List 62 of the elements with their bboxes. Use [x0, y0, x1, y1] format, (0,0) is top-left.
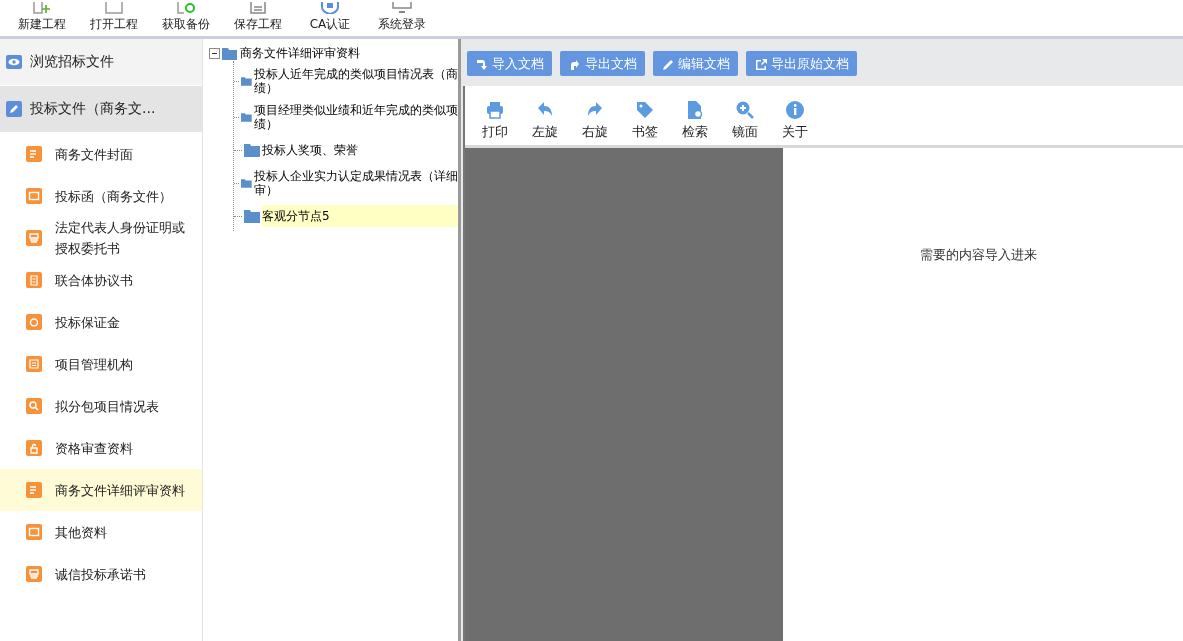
search-icon	[26, 398, 42, 414]
collapse-toggle-icon[interactable]	[209, 47, 220, 59]
sidebar-section[interactable]: 投标文件（商务文...	[0, 86, 202, 133]
viewer-tool[interactable]: 镜面	[727, 100, 763, 145]
item-label: 拟分包项目情况表	[55, 397, 159, 416]
eye-icon	[6, 55, 22, 69]
viewer-tool[interactable]: 右旋	[577, 100, 613, 145]
toolbar-button[interactable]: 保存工程	[222, 0, 294, 36]
viewer-tool[interactable]: 检索	[677, 100, 713, 145]
folder-icon	[244, 208, 260, 224]
printer-icon	[26, 566, 42, 582]
viewer-tool[interactable]: 打印	[477, 100, 513, 145]
zoom-in-icon	[735, 100, 755, 120]
lock-icon	[26, 440, 42, 456]
ticket-icon	[26, 188, 42, 204]
item-label: 资格审查资料	[55, 439, 133, 458]
tag-icon	[635, 100, 655, 120]
item-label: 其他资料	[55, 523, 107, 542]
item-label: 投标保证金	[55, 313, 120, 332]
document-icon	[247, 2, 269, 14]
viewer-tool[interactable]: 左旋	[527, 100, 563, 145]
item-label: 项目管理机构	[55, 355, 133, 374]
item-label: 商务文件详细评审资料	[55, 481, 185, 500]
item-label: 商务文件封面	[55, 145, 133, 164]
doc-icon	[26, 482, 42, 498]
tree-node[interactable]: 客观分节点5	[262, 205, 458, 227]
shield-lock-icon	[319, 2, 341, 14]
info-icon	[785, 100, 805, 120]
tree-node[interactable]: 项目经理类似业绩和近年完成的类似项 绩）	[254, 99, 458, 135]
printer-icon	[26, 230, 42, 246]
toolbar-button[interactable]: 系统登录	[366, 0, 438, 36]
refresh-icon	[175, 2, 197, 14]
toolbar-button[interactable]: 新建工程	[6, 0, 78, 36]
note-icon	[26, 356, 42, 372]
sidebar-item[interactable]: 商务文件详细评审资料	[0, 469, 202, 511]
viewer-tool[interactable]: 关于	[777, 100, 813, 145]
folder-icon	[222, 45, 238, 61]
tree-root-label[interactable]: 商务文件详细评审资料	[240, 44, 360, 62]
tree-node[interactable]: 投标人企业实力认定成果情况表（详细 审）	[254, 165, 458, 201]
sidebar-section[interactable]: 浏览招标文件	[0, 39, 202, 86]
doc-icon	[26, 146, 42, 162]
viewer-tool[interactable]: 书签	[627, 100, 663, 145]
item-label: 诚信投标承诺书	[55, 565, 146, 584]
external-link-icon	[754, 56, 768, 71]
tree-node[interactable]: 投标人近年完成的类似项目情况表（商 绩）	[254, 63, 458, 99]
toolbar-button[interactable]: CA认证	[294, 0, 366, 36]
box-plus-icon	[31, 2, 53, 14]
item-label: 投标函（商务文件）	[55, 187, 172, 206]
section-label: 投标文件（商务文...	[30, 100, 156, 118]
item-label: 联合体协议书	[55, 271, 133, 290]
ticket-icon	[26, 524, 42, 540]
toolbar-button[interactable]: 打开工程	[78, 0, 150, 36]
section-label: 浏览招标文件	[30, 53, 114, 71]
item-label: 法定代表人身份证明或授权委托书	[55, 219, 186, 258]
folder-icon	[244, 142, 260, 158]
toolbar-button[interactable]: 获取备份	[150, 0, 222, 36]
page-text: 需要的内容导入进来	[919, 246, 1037, 262]
pencil-icon	[6, 101, 22, 117]
coin-icon	[26, 314, 42, 330]
printer-icon	[485, 100, 505, 120]
tree-node[interactable]: 投标人奖项、荣誉	[262, 139, 458, 161]
clipboard-icon	[26, 272, 42, 288]
